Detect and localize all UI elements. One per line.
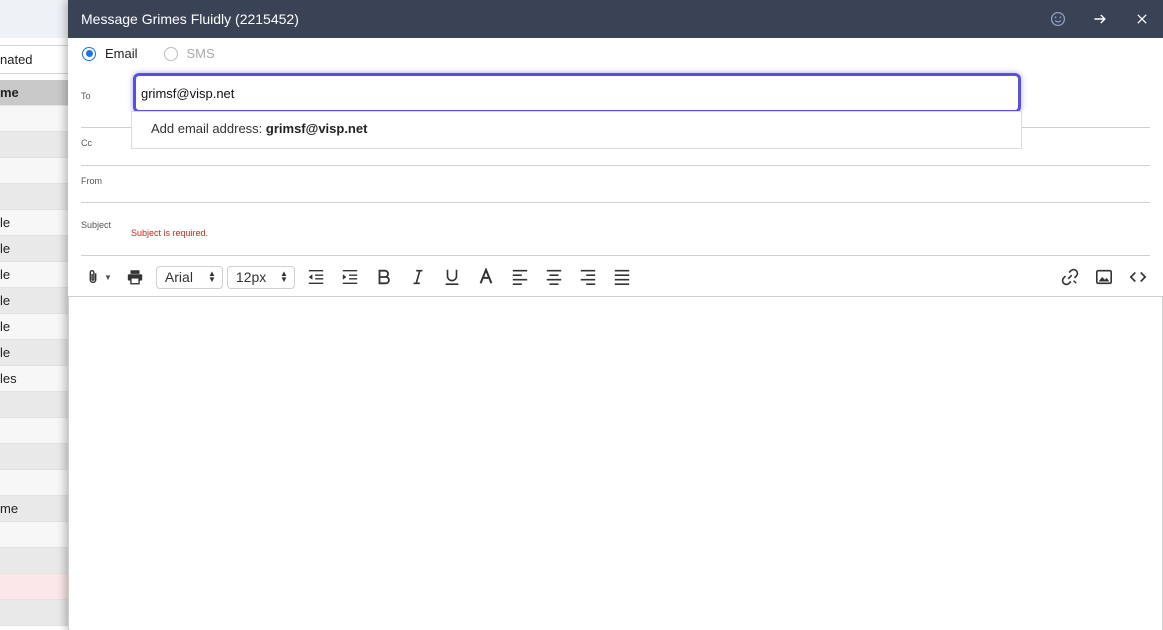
message-body-editor[interactable] bbox=[68, 296, 1163, 630]
background-table-row[interactable] bbox=[0, 522, 70, 548]
close-icon[interactable] bbox=[1121, 0, 1163, 38]
align-center-icon[interactable] bbox=[545, 263, 563, 291]
subject-error: Subject is required. bbox=[131, 228, 209, 238]
background-table-row[interactable]: me bbox=[0, 496, 70, 522]
italic-icon[interactable] bbox=[409, 263, 427, 291]
background-table-row[interactable]: le bbox=[0, 340, 70, 366]
background-table-row[interactable]: les bbox=[0, 366, 70, 392]
chevron-down-icon[interactable]: ▼ bbox=[104, 273, 112, 282]
image-icon[interactable] bbox=[1095, 263, 1113, 291]
background-table-row[interactable]: le bbox=[0, 314, 70, 340]
to-input[interactable] bbox=[133, 73, 1021, 113]
background-page: nated me le le le le le le les me bbox=[0, 0, 70, 630]
background-table-row[interactable] bbox=[0, 548, 70, 574]
code-view-icon[interactable] bbox=[1129, 263, 1147, 291]
background-table-row[interactable] bbox=[0, 392, 70, 418]
message-dialog: Message Grimes Fluidly (2215452) Email S… bbox=[68, 0, 1163, 630]
font-family-value: Arial bbox=[164, 269, 193, 285]
align-left-icon[interactable] bbox=[511, 263, 529, 291]
sms-radio-label[interactable]: SMS bbox=[187, 46, 215, 61]
bold-icon[interactable] bbox=[375, 263, 393, 291]
from-divider bbox=[81, 202, 1150, 203]
font-family-select[interactable]: Arial ▲ ▼ bbox=[155, 265, 223, 289]
editor-toolbar: ▼ Arial ▲ ▼ 12px ▲ ▼ bbox=[68, 258, 1163, 296]
select-arrows-icon: ▲ ▼ bbox=[208, 269, 216, 284]
outdent-icon[interactable] bbox=[307, 263, 325, 291]
link-icon[interactable] bbox=[1061, 263, 1079, 291]
background-table-header: me bbox=[0, 80, 70, 106]
background-table-row[interactable] bbox=[0, 444, 70, 470]
emoji-icon[interactable] bbox=[1037, 0, 1079, 38]
dialog-title: Message Grimes Fluidly (2215452) bbox=[81, 11, 299, 27]
sms-radio[interactable] bbox=[163, 46, 178, 61]
background-table-row[interactable] bbox=[0, 418, 70, 444]
background-table-row[interactable] bbox=[0, 132, 70, 158]
channel-selector: Email SMS bbox=[82, 46, 241, 61]
text-color-icon[interactable] bbox=[477, 263, 495, 291]
indent-icon[interactable] bbox=[341, 263, 359, 291]
background-table-row[interactable] bbox=[0, 106, 70, 132]
suggestion-prefix: Add email address: bbox=[151, 121, 266, 136]
cc-label: Cc bbox=[81, 138, 92, 148]
background-table-row[interactable] bbox=[0, 600, 70, 626]
email-radio-label[interactable]: Email bbox=[105, 46, 138, 61]
dialog-titlebar: Message Grimes Fluidly (2215452) bbox=[68, 0, 1163, 38]
background-table-row[interactable]: le bbox=[0, 262, 70, 288]
font-size-select[interactable]: 12px ▲ ▼ bbox=[226, 265, 295, 289]
suggestion-address: grimsf@visp.net bbox=[265, 121, 368, 136]
background-topbar bbox=[0, 0, 70, 38]
toolbar-right-group bbox=[1061, 263, 1147, 291]
email-radio[interactable] bbox=[82, 46, 96, 61]
underline-icon[interactable] bbox=[443, 263, 461, 291]
font-size-value: 12px bbox=[235, 269, 267, 285]
align-right-icon[interactable] bbox=[579, 263, 597, 291]
subject-label: Subject bbox=[81, 220, 112, 230]
background-table-row[interactable] bbox=[0, 574, 70, 600]
email-suggestion[interactable]: Add email address: grimsf@visp.net bbox=[131, 111, 1022, 149]
from-label: From bbox=[81, 176, 102, 186]
background-table-row[interactable]: le bbox=[0, 210, 70, 236]
background-table-row[interactable] bbox=[0, 470, 70, 496]
attachment-icon[interactable]: ▼ bbox=[84, 263, 112, 291]
cc-divider bbox=[81, 165, 1150, 166]
justify-icon[interactable] bbox=[613, 263, 631, 291]
background-tab-2[interactable] bbox=[47, 45, 70, 74]
background-table-row[interactable] bbox=[0, 184, 70, 210]
print-icon[interactable] bbox=[126, 263, 144, 291]
to-label: To bbox=[81, 91, 91, 101]
background-table-row[interactable] bbox=[0, 158, 70, 184]
subject-divider bbox=[81, 255, 1150, 256]
select-arrows-icon: ▲ ▼ bbox=[280, 269, 288, 284]
send-arrow-icon[interactable] bbox=[1079, 0, 1121, 38]
background-table-row[interactable]: le bbox=[0, 236, 70, 262]
background-tab[interactable]: nated bbox=[0, 45, 48, 74]
background-table-row[interactable]: le bbox=[0, 288, 70, 314]
